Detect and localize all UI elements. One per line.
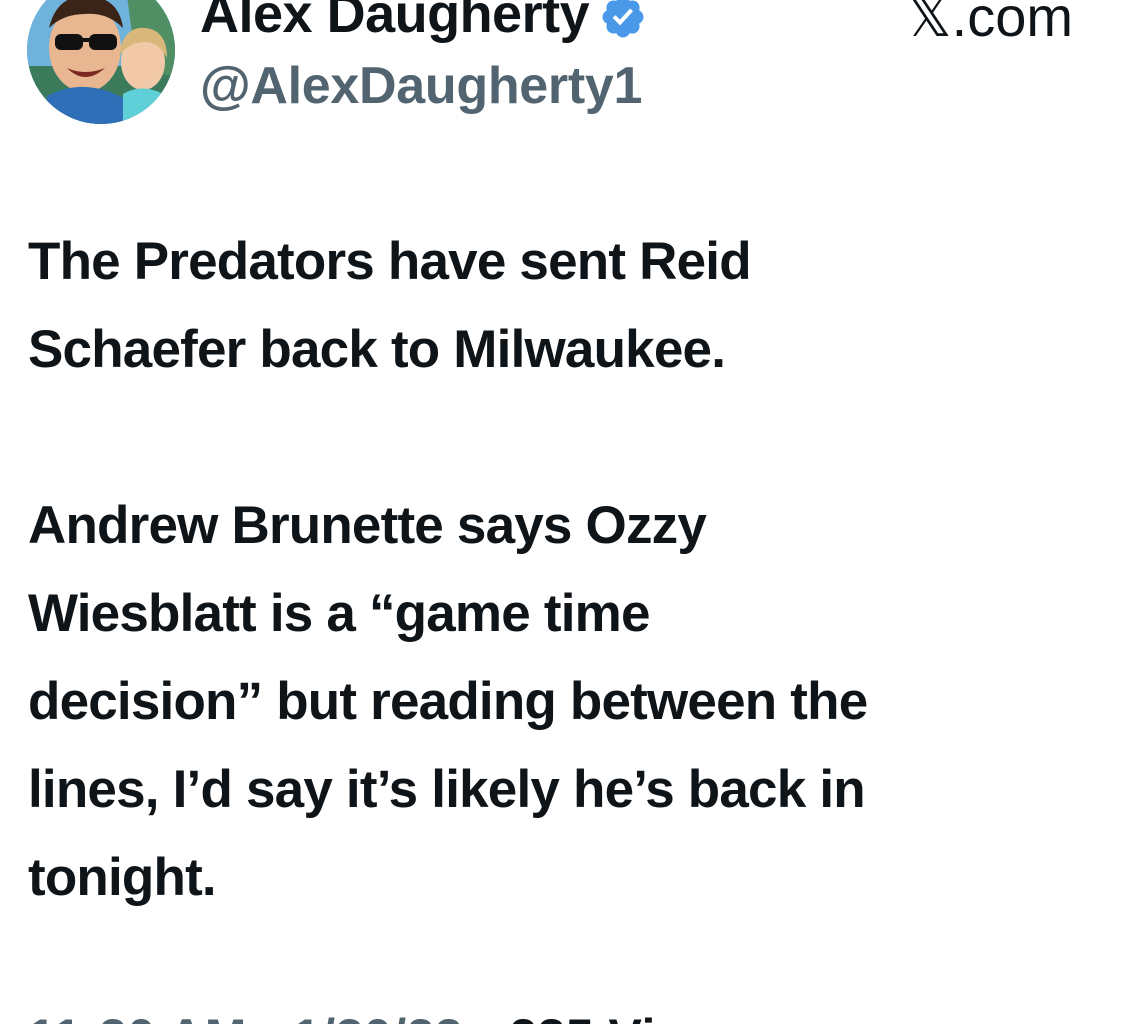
tweet-views[interactable]: 285 Vi bbox=[509, 1009, 656, 1024]
tweet-line: lines, I’d say it’s likely he’s back in bbox=[28, 760, 866, 819]
meta-separator: · bbox=[478, 1009, 495, 1024]
tweet-line: Schaefer back to Milwaukee. bbox=[28, 320, 726, 379]
tweet-line: decision” but reading between the bbox=[28, 672, 868, 731]
verified-badge-icon bbox=[599, 0, 647, 41]
display-name[interactable]: Alex Daugherty bbox=[200, 0, 590, 45]
tweet-date[interactable]: 1/30/23 bbox=[293, 1009, 463, 1024]
tweet-line: Wiesblatt is a “game time bbox=[28, 584, 650, 643]
meta-separator: · bbox=[261, 1009, 278, 1024]
profile-avatar[interactable] bbox=[27, 0, 175, 124]
tweet-paragraph-1: The Predators have sent Reid Schaefer ba… bbox=[28, 218, 1103, 394]
author-name-row[interactable]: Alex Daugherty bbox=[200, 0, 647, 46]
tweet-time[interactable]: 11:30 AM bbox=[28, 1009, 247, 1024]
author-handle[interactable]: @AlexDaugherty1 bbox=[200, 56, 642, 116]
tweet-paragraph-2: Andrew Brunette says Ozzy Wiesblatt is a… bbox=[28, 482, 1103, 922]
site-label: 𝕏.com bbox=[906, 0, 1073, 48]
tweet-line: The Predators have sent Reid bbox=[28, 232, 752, 291]
tweet-line: tonight. bbox=[28, 848, 217, 907]
tweet-meta: 11:30 AM · 1/30/23 · 285 Vi bbox=[28, 1008, 656, 1024]
tweet-line: Andrew Brunette says Ozzy bbox=[28, 496, 707, 555]
avatar-photo bbox=[27, 0, 175, 124]
